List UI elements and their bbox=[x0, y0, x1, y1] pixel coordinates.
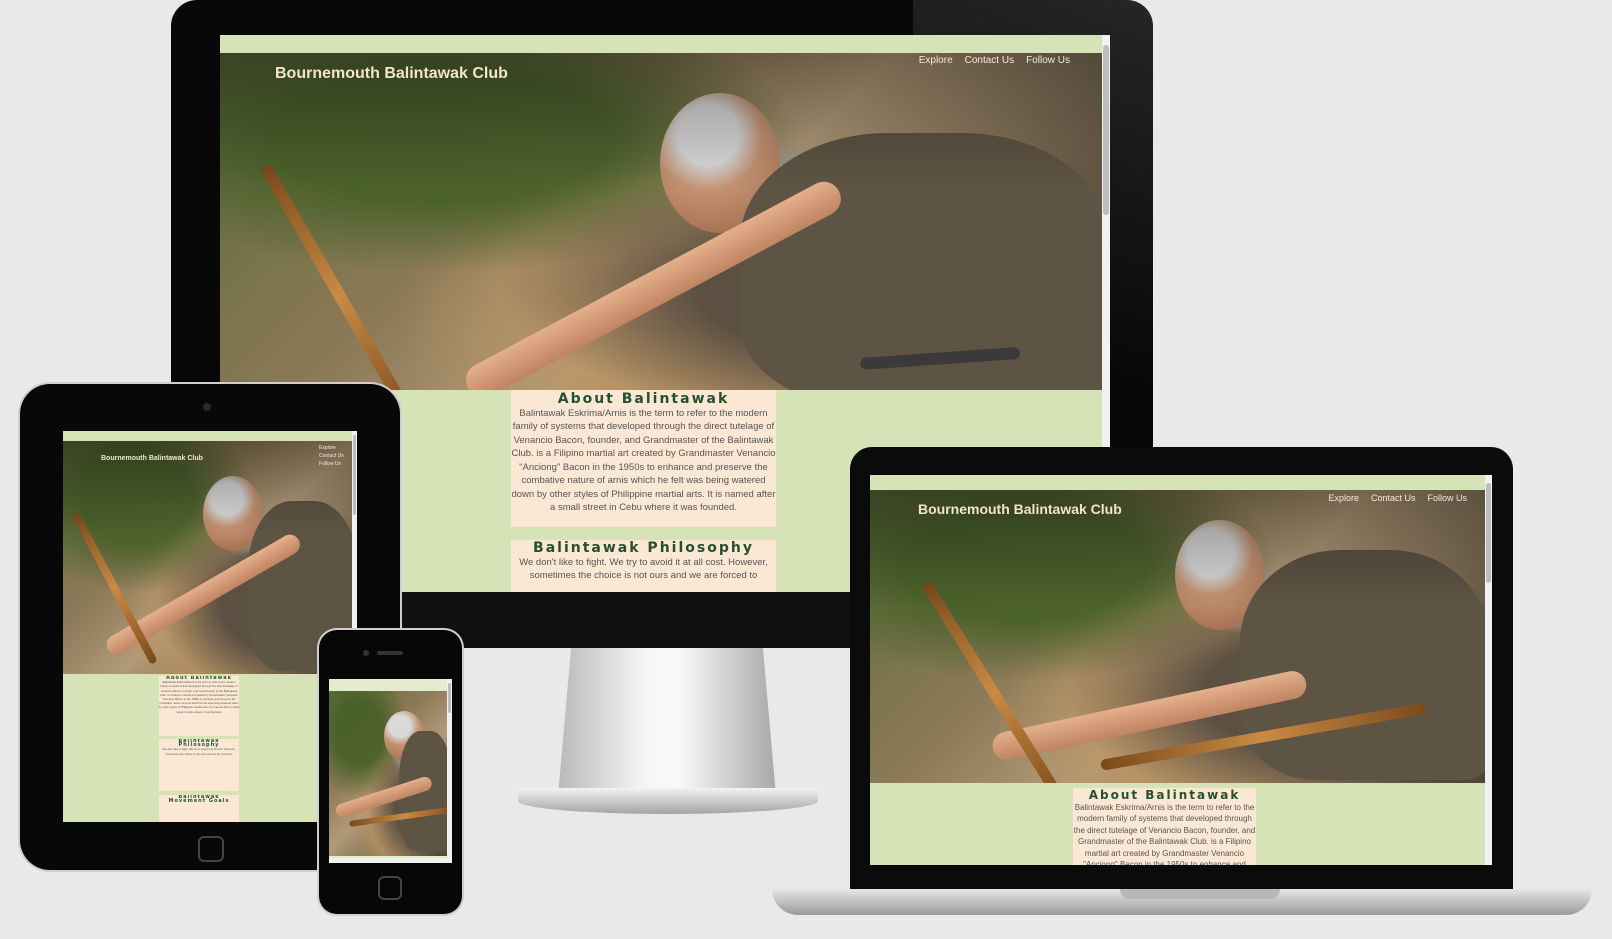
philosophy-card: Balintawak Philosophy We don't like to f… bbox=[511, 540, 776, 592]
nav-follow-us[interactable]: Follow Us bbox=[1026, 55, 1070, 66]
tablet-about-card: About Balintawak Balintawak Eskrima/Arni… bbox=[159, 676, 239, 736]
phone-scroll-thumb[interactable] bbox=[448, 683, 451, 713]
desktop-monitor-base bbox=[518, 788, 818, 814]
tablet-hero-shade bbox=[63, 441, 357, 674]
tablet-nav-contact-us[interactable]: Contact Us bbox=[319, 453, 344, 459]
tablet-goals-heading: Balintawak Movement Goals bbox=[168, 795, 230, 805]
phone-horizontal-scrollbar[interactable] bbox=[329, 858, 452, 863]
about-body: Balintawak Eskrima/Arnis is the term to … bbox=[511, 407, 776, 514]
laptop-hero-shade bbox=[870, 490, 1492, 783]
laptop-about-body: Balintawak Eskrima/Arnis is the term to … bbox=[1073, 802, 1256, 866]
tablet-screen: Bournemouth Balintawak Club Explore Cont… bbox=[63, 431, 357, 822]
laptop-notch bbox=[1120, 889, 1280, 899]
laptop-nav-contact-us[interactable]: Contact Us bbox=[1371, 493, 1416, 503]
tablet-about-body: Balintawak Eskrima/Arnis is the term to … bbox=[159, 680, 239, 714]
laptop-nav-follow-us[interactable]: Follow Us bbox=[1427, 493, 1467, 503]
hero-shade bbox=[220, 53, 1110, 390]
laptop-nav-explore[interactable]: Explore bbox=[1328, 493, 1359, 503]
laptop-main-nav: Explore Contact Us Follow Us bbox=[1328, 493, 1467, 503]
site-brand[interactable]: Bournemouth Balintawak Club bbox=[275, 65, 508, 83]
about-heading: About Balintawak bbox=[557, 391, 730, 407]
tablet-philosophy-body: We don't like to fight. We try to avoid … bbox=[162, 747, 236, 756]
phone-speaker bbox=[377, 651, 403, 655]
tablet-site-brand[interactable]: Bournemouth Balintawak Club bbox=[101, 455, 203, 462]
tablet-goals-card: Balintawak Movement Goals bbox=[159, 795, 239, 822]
laptop-screen: Bournemouth Balintawak Club Explore Cont… bbox=[870, 475, 1492, 865]
desktop-scroll-thumb[interactable] bbox=[1103, 45, 1109, 215]
laptop-about-heading: About Balintawak bbox=[1088, 788, 1241, 802]
nav-contact-us[interactable]: Contact Us bbox=[965, 55, 1014, 66]
tablet-nav-follow-us[interactable]: Follow Us bbox=[319, 461, 344, 467]
tablet-main-nav: Explore Contact Us Follow Us bbox=[319, 445, 344, 467]
phone-home-button bbox=[378, 876, 402, 900]
phone-screen bbox=[329, 679, 452, 863]
main-nav: Explore Contact Us Follow Us bbox=[919, 55, 1070, 66]
philosophy-heading: Balintawak Philosophy bbox=[533, 540, 754, 556]
phone-scrollbar[interactable] bbox=[447, 679, 452, 863]
philosophy-body: We don't like to fight. We try to avoid … bbox=[519, 556, 768, 582]
tablet-scroll-thumb[interactable] bbox=[353, 435, 356, 515]
tablet-camera bbox=[203, 403, 211, 411]
laptop-about-card: About Balintawak Balintawak Eskrima/Arni… bbox=[1073, 788, 1256, 865]
tablet-home-button bbox=[198, 836, 224, 862]
desktop-monitor-stand bbox=[558, 648, 776, 796]
phone-camera bbox=[363, 650, 369, 656]
tablet-philosophy-heading: Balintawak Philosophy bbox=[178, 739, 220, 749]
nav-explore[interactable]: Explore bbox=[919, 55, 953, 66]
tablet-philosophy-card: Balintawak Philosophy We don't like to f… bbox=[159, 739, 239, 791]
laptop-site-brand[interactable]: Bournemouth Balintawak Club bbox=[918, 501, 1122, 517]
tablet-nav-explore[interactable]: Explore bbox=[319, 445, 344, 451]
about-card: About Balintawak Balintawak Eskrima/Arni… bbox=[511, 390, 776, 527]
phone-hero-image bbox=[329, 691, 452, 856]
laptop-scroll-thumb[interactable] bbox=[1486, 483, 1491, 583]
laptop-scrollbar[interactable] bbox=[1485, 475, 1492, 865]
